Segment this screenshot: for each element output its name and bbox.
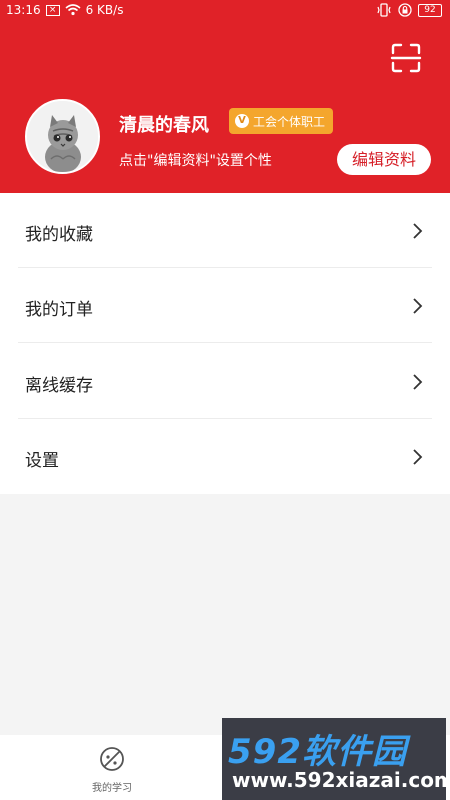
study-icon <box>100 747 124 771</box>
menu-item-label: 设置 <box>25 451 59 471</box>
profile-hint: 点击"编辑资料"设置个性 <box>119 153 272 169</box>
avatar[interactable] <box>25 99 100 174</box>
menu-item-settings[interactable]: 设置 <box>0 419 450 494</box>
battery-icon: 92 <box>418 3 442 17</box>
watermark-url: www.592xiazai.com <box>232 768 450 792</box>
chevron-right-icon <box>413 298 423 314</box>
chevron-right-icon <box>413 449 423 465</box>
tab-my-study[interactable]: 我的学习 <box>80 745 144 795</box>
menu-list: 我的收藏 我的订单 离线缓存 设置 <box>0 193 450 494</box>
edit-profile-button[interactable]: 编辑资料 <box>337 144 431 175</box>
vip-icon: V <box>235 114 249 128</box>
vibrate-icon <box>377 3 391 17</box>
lock-icon <box>398 3 412 17</box>
site-watermark: 592软件园 www.592xiazai.com <box>222 718 450 800</box>
menu-item-label: 我的订单 <box>25 300 93 320</box>
profile-header: 13:16 × 6 KB/s 92 清晨的春风 V 工会个体职工 点击"编辑资料… <box>0 0 450 193</box>
menu-item-label: 离线缓存 <box>25 376 93 396</box>
scan-icon[interactable] <box>390 42 422 74</box>
network-speed: 6 KB/s <box>85 3 124 17</box>
status-bar: 13:16 × 6 KB/s 92 <box>0 0 450 22</box>
notification-icon: × <box>45 4 60 16</box>
cat-avatar-icon <box>27 101 98 172</box>
status-time: 13:16 <box>6 3 41 17</box>
menu-item-label: 我的收藏 <box>25 225 93 245</box>
badge-label: 工会个体职工 <box>253 114 326 129</box>
menu-item-favorites[interactable]: 我的收藏 <box>0 193 450 268</box>
member-badge: V 工会个体职工 <box>229 108 334 134</box>
tab-label: 我的学习 <box>92 783 132 794</box>
chevron-right-icon <box>413 374 423 390</box>
menu-item-offline-cache[interactable]: 离线缓存 <box>0 344 450 419</box>
username: 清晨的春风 <box>119 115 209 136</box>
watermark-title: 592软件园 <box>228 732 407 772</box>
wifi-icon <box>65 4 81 16</box>
divider <box>18 342 432 343</box>
menu-item-orders[interactable]: 我的订单 <box>0 268 450 343</box>
chevron-right-icon <box>413 223 423 239</box>
